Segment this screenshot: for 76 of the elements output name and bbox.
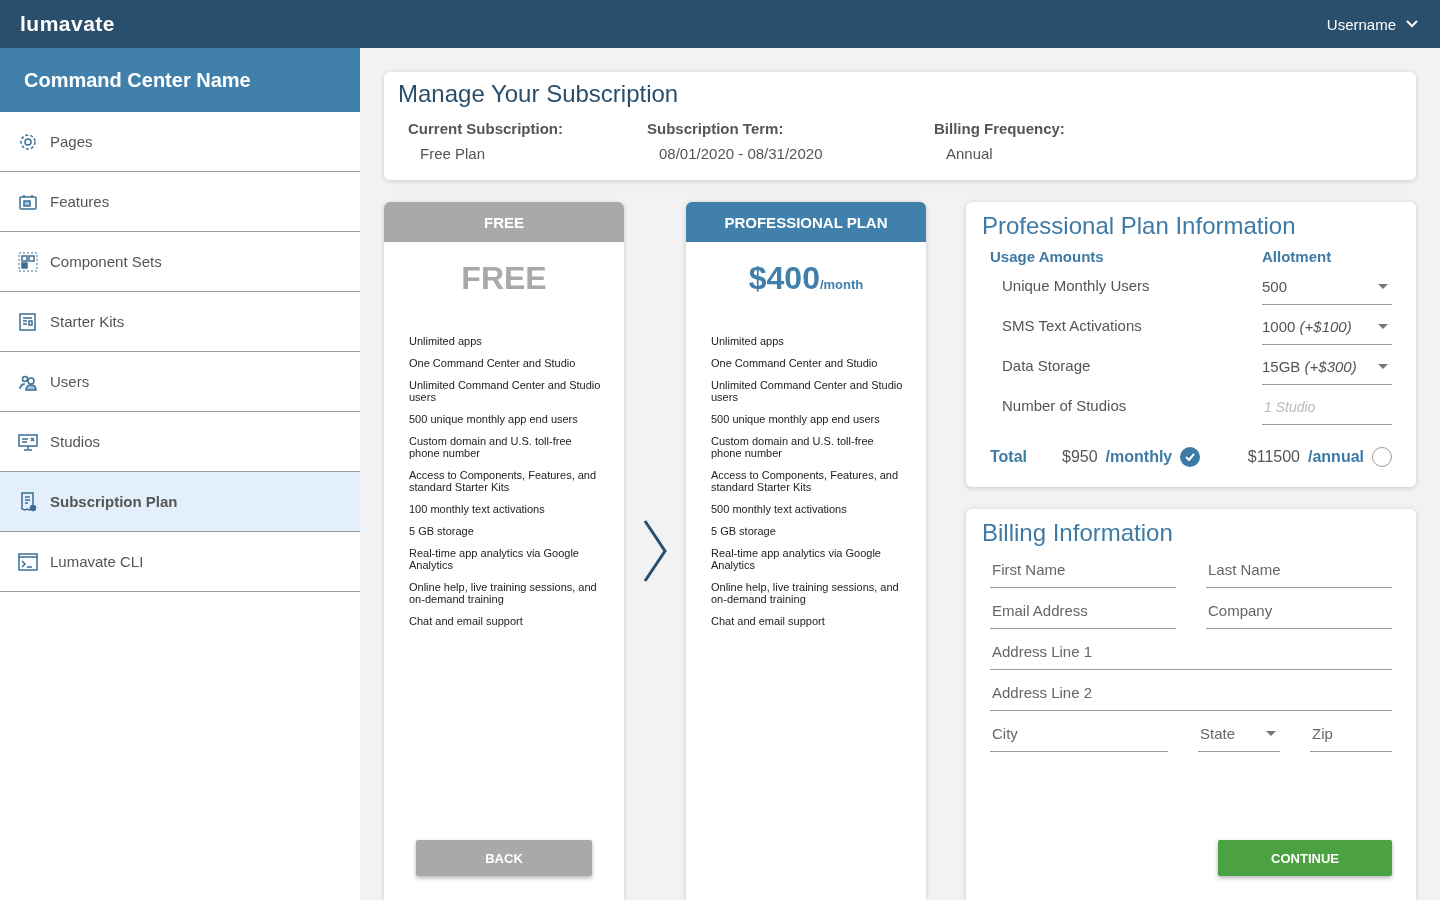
terminal-icon [18, 551, 38, 572]
sidebar-item-label: Component Sets [50, 253, 162, 270]
plan-feature: Online help, live training sessions, and on-demand training [711, 581, 900, 605]
radio-button[interactable] [1180, 447, 1201, 467]
plan-feature: Real-time app analytics via Google Analytics [409, 547, 580, 571]
field-label: Subscription Term: [647, 120, 785, 137]
monitor-icon [18, 431, 38, 452]
plan-feature: Chat and email support [711, 615, 826, 627]
receipt-icon [18, 491, 38, 512]
plan-feature: Unlimited apps [409, 335, 483, 347]
page-title: Manage Your Subscription [398, 80, 680, 108]
plan-feature: 5 GB storage [409, 525, 475, 537]
card-title: Billing Information [982, 519, 1174, 547]
allotment-select[interactable]: 1000 (+$100) [1262, 309, 1392, 345]
plan-feature: Unlimited Command Center and Studio users [711, 379, 904, 403]
field-value: Annual [945, 145, 994, 162]
plan-feature: One Command Center and Studio [409, 357, 577, 369]
plan-header: PROFESSIONAL PLAN [686, 202, 926, 242]
caret-icon [1378, 284, 1388, 289]
plan-feature: Custom domain and U.S. toll-free phone number [409, 435, 573, 459]
field-label: Current Subscription: [408, 120, 564, 137]
plan-feature: Access to Components, Features, and standard Starter Kits [409, 469, 598, 493]
sidebar-item-label: Studios [50, 433, 101, 450]
document-icon [18, 311, 38, 332]
usage-label: Number of Studios [1001, 395, 1128, 416]
plan-price: FREE [460, 260, 548, 297]
caret-icon [1378, 324, 1388, 329]
chevron-right-icon [642, 519, 668, 583]
gear-icon [18, 131, 38, 152]
user-menu[interactable]: Username [1326, 15, 1418, 33]
sidebar-item-label: Users [50, 373, 90, 390]
plan-feature: Chat and email support [409, 615, 524, 627]
field-value: 08/01/2020 - 08/31/2020 [658, 145, 824, 162]
sidebar-item-label: Pages [50, 133, 93, 150]
column-header: Usage Amounts [990, 248, 1105, 265]
sidebar-title: Command Center Name [0, 48, 360, 112]
check-icon [1185, 453, 1196, 461]
total-amount: $950 [1062, 448, 1098, 466]
sidebar-item-label: Subscription Plan [50, 493, 178, 510]
usage-label: Data Storage [1001, 355, 1092, 376]
plan-feature: Unlimited apps [711, 335, 785, 347]
plan-header: FREE [384, 202, 624, 242]
card-title: Professional Plan Information [982, 212, 1297, 240]
sidebar-item-label: Starter Kits [50, 313, 125, 330]
usage-label: Unique Monthly Users [1001, 275, 1151, 296]
field-label: Billing Frequency: [934, 120, 1066, 137]
plan-feature: Real-time app analytics via Google Analytics [711, 547, 882, 571]
plan-feature: Access to Components, Features, and standard Starter Kits [711, 469, 900, 493]
plan-price: $400/month [747, 260, 865, 297]
grid-icon [18, 251, 38, 272]
sidebar-item[interactable]: Subscription Plan [0, 472, 360, 532]
total-amount: $11500 [1247, 448, 1300, 466]
total-label: Total [990, 448, 1029, 466]
logo: lumavate [20, 12, 116, 36]
field-value: Free Plan [419, 145, 487, 162]
select-field[interactable]: State [1198, 715, 1280, 752]
plan-feature: 500 unique monthly app end users [409, 413, 579, 425]
allotment-select[interactable]: 500 [1262, 269, 1392, 305]
billing-period: /annual [1308, 448, 1364, 466]
caret-icon [1378, 364, 1388, 369]
allotment-select[interactable]: 15GB (+$300) [1262, 349, 1392, 385]
chevron-down-icon [1406, 20, 1418, 28]
caret-icon [1266, 730, 1276, 736]
plan-feature: Unlimited Command Center and Studio users [409, 379, 602, 403]
plan-feature: Custom domain and U.S. toll-free phone number [711, 435, 875, 459]
column-header: Allotment [1262, 248, 1333, 265]
sidebar-item-label: Features [50, 193, 110, 210]
plan-feature: 500 unique monthly app end users [711, 413, 881, 425]
sidebar-item-label: Lumavate CLI [50, 553, 144, 570]
billing-period: /monthly [1105, 448, 1173, 466]
plan-feature: 100 monthly text activations [409, 503, 546, 515]
plan-feature: 500 monthly text activations [711, 503, 848, 515]
plan-feature: 5 GB storage [711, 525, 777, 537]
plan-feature: One Command Center and Studio [711, 357, 879, 369]
usage-label: SMS Text Activations [1001, 315, 1143, 336]
plan-feature: Online help, live training sessions, and on-demand training [409, 581, 598, 605]
